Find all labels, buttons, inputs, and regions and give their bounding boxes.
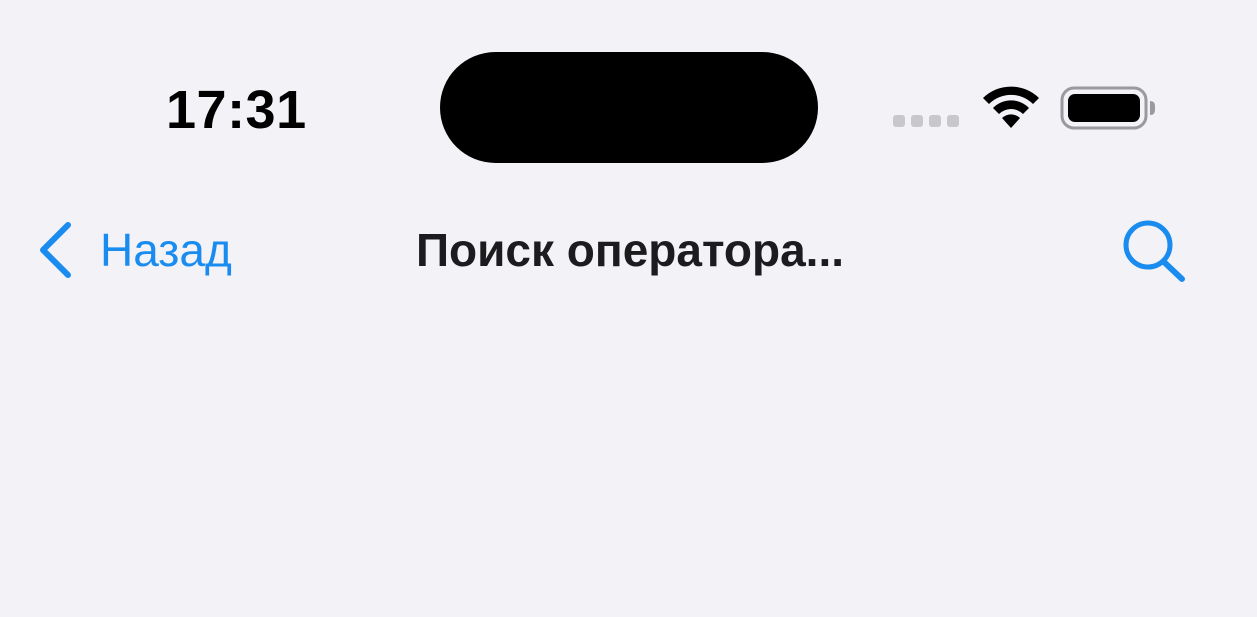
- page-title: Поиск оператора...: [415, 224, 844, 276]
- back-button[interactable]: Назад: [36, 218, 232, 282]
- status-bar: 17:31: [0, 0, 1257, 170]
- chevron-left-icon: [40, 222, 71, 278]
- signal-bar: [911, 115, 923, 127]
- signal-bar: [929, 115, 941, 127]
- signal-bar: [893, 115, 905, 127]
- battery-icon: [1060, 86, 1155, 130]
- navigation-bar: Назад Поиск оператора...: [0, 200, 1257, 300]
- back-button-label: Назад: [100, 224, 232, 276]
- wifi-icon: [983, 86, 1039, 128]
- status-time: 17:31: [166, 80, 307, 140]
- screen: 17:31 Назад Поиск оператора...: [0, 0, 1257, 617]
- dynamic-island: [440, 52, 818, 163]
- cellular-signal-icon: [893, 115, 961, 129]
- search-icon[interactable]: [1118, 218, 1188, 282]
- signal-bar: [947, 115, 959, 127]
